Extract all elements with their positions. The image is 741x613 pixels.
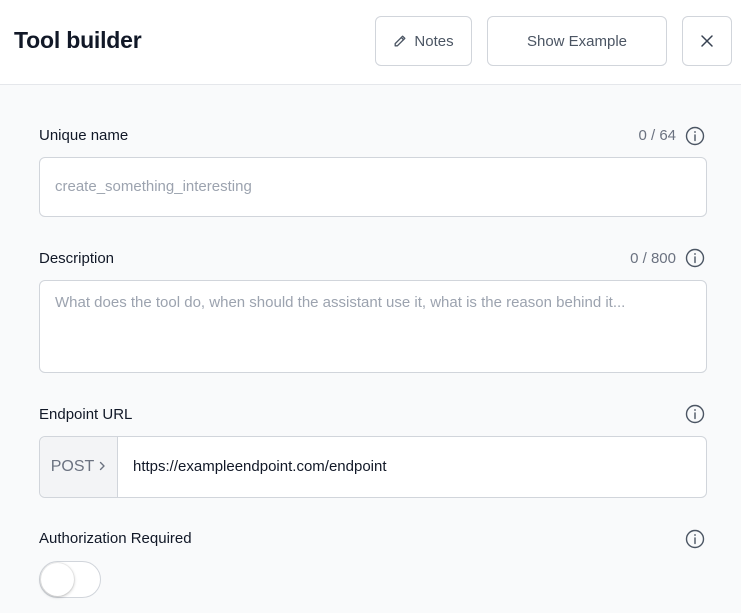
pencil-icon	[393, 34, 407, 48]
toggle-knob	[41, 563, 74, 596]
authorization-label: Authorization Required	[39, 530, 192, 547]
close-icon	[700, 34, 714, 48]
chevron-right-icon	[99, 458, 106, 476]
show-example-button-label: Show Example	[526, 32, 628, 50]
description-counter: 0 / 800	[630, 250, 676, 267]
description-info-icon[interactable]	[685, 248, 705, 268]
header: Tool builder Notes Show Example	[0, 0, 741, 85]
unique-name-input[interactable]: create_something_interesting	[39, 157, 707, 217]
notes-button-label: Notes	[414, 32, 454, 50]
notes-button[interactable]: Notes	[375, 16, 472, 66]
unique-name-info-icon[interactable]	[685, 126, 705, 146]
authorization-toggle[interactable]	[39, 561, 101, 598]
http-method-selector[interactable]: POST	[40, 437, 118, 497]
description-textarea[interactable]: What does the tool do, when should the a…	[39, 280, 707, 373]
endpoint-url-info-icon[interactable]	[685, 404, 705, 424]
endpoint-url-input-group: POST https://exampleendpoint.com/endpoin…	[39, 436, 707, 498]
endpoint-url-input[interactable]: https://exampleendpoint.com/endpoint	[133, 458, 387, 475]
description-placeholder: What does the tool do, when should the a…	[55, 294, 626, 311]
close-button[interactable]	[682, 16, 732, 66]
authorization-info-icon[interactable]	[685, 529, 705, 549]
endpoint-url-label: Endpoint URL	[39, 406, 133, 423]
unique-name-counter: 0 / 64	[638, 127, 676, 144]
description-label: Description	[39, 250, 115, 267]
show-example-button[interactable]: Show Example	[487, 16, 667, 66]
unique-name-placeholder: create_something_interesting	[55, 178, 252, 195]
page-title: Tool builder	[14, 27, 142, 53]
http-method-label: POST	[50, 458, 95, 475]
unique-name-label: Unique name	[39, 127, 129, 144]
